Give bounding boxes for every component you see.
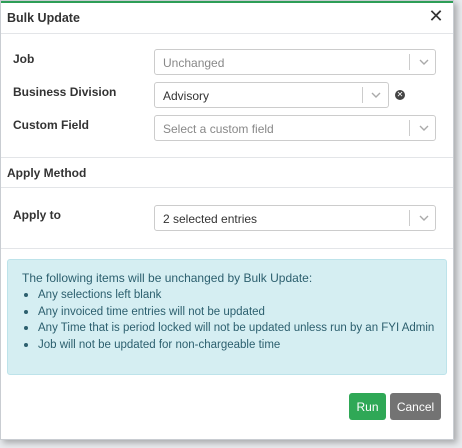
chevron-down-icon[interactable] bbox=[417, 55, 431, 69]
cancel-button[interactable]: Cancel bbox=[390, 393, 441, 420]
custom-field-select[interactable]: Select a custom field bbox=[154, 115, 436, 141]
job-select-value: Unchanged bbox=[163, 56, 225, 70]
select-separator bbox=[362, 87, 363, 103]
business-division-select[interactable]: Advisory bbox=[154, 82, 389, 108]
custom-field-placeholder: Select a custom field bbox=[163, 122, 274, 136]
chevron-down-icon[interactable] bbox=[417, 121, 431, 135]
info-list: Any selections left blank Any invoiced t… bbox=[22, 287, 434, 353]
chevron-down-icon[interactable] bbox=[417, 211, 431, 225]
select-separator bbox=[409, 210, 410, 226]
list-item: Job will not be updated for non-chargeab… bbox=[23, 337, 434, 354]
business-division-label: Business Division bbox=[13, 85, 117, 99]
dialog-header: Bulk Update ✕ bbox=[1, 3, 453, 34]
job-select[interactable]: Unchanged bbox=[154, 49, 436, 75]
bulk-update-dialog: Bulk Update ✕ Job Unchanged Business Div… bbox=[0, 0, 454, 440]
job-label: Job bbox=[13, 52, 35, 66]
apply-method-section: Apply Method Apply to 2 selected entries bbox=[1, 157, 453, 249]
business-division-select-value: Advisory bbox=[163, 89, 210, 103]
info-heading: The following items will be unchanged by… bbox=[22, 271, 313, 285]
select-separator bbox=[409, 120, 410, 136]
select-separator bbox=[409, 54, 410, 70]
apply-to-label: Apply to bbox=[13, 208, 61, 222]
apply-to-select[interactable]: 2 selected entries bbox=[154, 205, 436, 231]
apply-method-title: Apply Method bbox=[7, 166, 87, 180]
apply-method-header: Apply Method bbox=[1, 158, 453, 188]
clear-icon[interactable]: ✕ bbox=[395, 90, 405, 100]
list-item: Any Time that is period locked will not … bbox=[23, 320, 434, 337]
run-button[interactable]: Run bbox=[349, 393, 386, 420]
chevron-down-icon[interactable] bbox=[369, 88, 383, 102]
info-alert: The following items will be unchanged by… bbox=[7, 259, 447, 375]
list-item: Any selections left blank bbox=[23, 287, 434, 304]
close-icon[interactable]: ✕ bbox=[427, 7, 445, 25]
apply-to-select-value: 2 selected entries bbox=[163, 212, 258, 226]
custom-field-label: Custom Field bbox=[13, 118, 90, 132]
dialog-title: Bulk Update bbox=[7, 11, 80, 25]
list-item: Any invoiced time entries will not be up… bbox=[23, 304, 434, 321]
